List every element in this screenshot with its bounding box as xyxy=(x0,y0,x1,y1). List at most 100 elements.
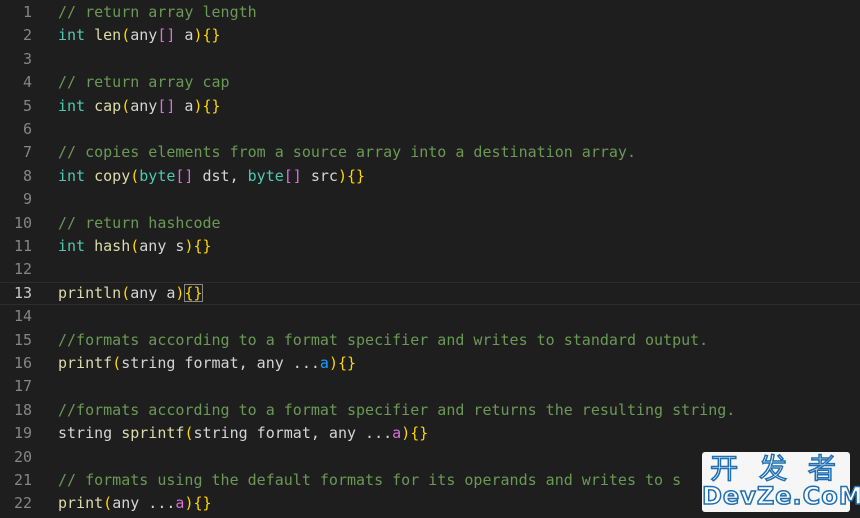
code-token: print xyxy=(58,494,104,513)
code-text[interactable]: int cap(any[] a){} xyxy=(58,95,221,118)
code-text[interactable]: // return hashcode xyxy=(58,212,221,235)
code-token: copy xyxy=(94,166,131,185)
code-text[interactable]: // formats using the default formats for… xyxy=(58,469,681,492)
code-text[interactable]: // return array length xyxy=(58,1,257,24)
code-line[interactable]: 16 printf(string format, any ...a){} xyxy=(0,352,860,375)
code-comment: // copies elements from a source array i… xyxy=(58,143,636,162)
code-token: a xyxy=(392,424,402,443)
code-token: ( xyxy=(130,166,140,185)
code-token: sprintf xyxy=(121,424,185,443)
code-token: ) xyxy=(337,166,347,185)
line-number: 1 xyxy=(22,3,32,21)
code-token: int xyxy=(58,96,86,115)
line-number: 5 xyxy=(22,96,32,115)
code-token: ( xyxy=(130,237,140,255)
code-line[interactable]: 11 int hash(any s){} xyxy=(0,235,860,258)
line-number: 3 xyxy=(22,49,32,68)
code-line[interactable]: 14 xyxy=(0,305,860,328)
line-number: 6 xyxy=(22,120,32,138)
code-token: {} xyxy=(337,354,357,372)
code-line[interactable]: 15 //formats according to a format specif… xyxy=(0,329,860,352)
code-token: println xyxy=(58,283,122,302)
line-number: 8 xyxy=(22,166,32,185)
code-token: a xyxy=(319,354,329,372)
watermark-chinese-text: 开 发 者 xyxy=(709,452,842,485)
code-token: len xyxy=(94,26,122,45)
code-line[interactable]: 9 xyxy=(0,188,860,211)
code-token: {} xyxy=(202,96,221,115)
devze-watermark-logo: 开 发 者 DevZe.CoM xyxy=(701,452,860,512)
code-line[interactable]: 2 int len(any[] a){} xyxy=(0,24,860,47)
line-number: 12 xyxy=(13,260,32,279)
code-token: any a xyxy=(130,283,176,302)
code-line[interactable]: 3 xyxy=(0,48,860,71)
code-token: {} xyxy=(347,166,366,185)
line-number: 7 xyxy=(22,143,32,162)
code-token: {} xyxy=(193,494,212,513)
code-line[interactable]: 19 string sprintf(string format, any ...a… xyxy=(0,422,860,445)
code-text[interactable]: print(any ...a){} xyxy=(58,492,212,515)
code-line[interactable]: 18 //formats according to a format specif… xyxy=(0,399,860,422)
code-token: int xyxy=(58,237,86,255)
code-text[interactable]: // copies elements from a source array i… xyxy=(58,141,636,164)
line-number: 15 xyxy=(13,330,32,349)
code-line[interactable]: 5 int cap(any[] a){} xyxy=(0,95,860,118)
code-text[interactable]: string sprintf(string format, any ...a){… xyxy=(58,422,428,445)
line-number: 21 xyxy=(13,471,32,489)
code-token: {} xyxy=(410,424,429,443)
code-text[interactable]: int copy(byte[] dst, byte[] src){} xyxy=(58,165,365,188)
code-text[interactable]: int len(any[] a){} xyxy=(58,24,221,47)
code-text[interactable]: println(any a){} xyxy=(58,282,203,305)
code-token: [] xyxy=(157,26,176,45)
code-text[interactable]: printf(string format, any ...a){} xyxy=(58,352,356,375)
code-comment: //formats according to a format specifie… xyxy=(58,330,709,349)
code-token: src xyxy=(301,166,338,185)
line-number: 22 xyxy=(13,494,32,513)
code-token: cap xyxy=(94,96,122,115)
code-token: byte xyxy=(247,166,284,185)
line-number: 10 xyxy=(13,213,32,232)
code-token: {} xyxy=(193,237,212,255)
code-token: ) xyxy=(193,96,203,115)
code-text[interactable]: //formats according to a format specifie… xyxy=(58,399,735,422)
code-token: any ... xyxy=(112,494,176,513)
line-number: 11 xyxy=(13,237,32,255)
line-number: 17 xyxy=(13,377,32,396)
code-token: ( xyxy=(112,354,122,372)
line-number: 9 xyxy=(22,190,32,209)
code-token: int xyxy=(58,26,86,45)
code-line[interactable]: 13 println(any a){} xyxy=(0,282,860,305)
code-line[interactable]: 17 xyxy=(0,375,860,398)
line-number: 16 xyxy=(13,354,32,372)
code-token: any s xyxy=(139,237,185,255)
code-text[interactable]: int hash(any s){} xyxy=(58,235,212,258)
code-token: ) xyxy=(328,354,338,372)
code-token: byte xyxy=(139,166,176,185)
code-line[interactable]: 7 // copies elements from a source array … xyxy=(0,141,860,164)
code-comment: // return array length xyxy=(58,3,257,21)
code-token: string xyxy=(58,424,122,443)
code-line[interactable]: 1 // return array length xyxy=(0,1,860,24)
code-token: {} xyxy=(184,283,203,302)
line-number: 14 xyxy=(13,307,32,326)
code-token: [] xyxy=(157,96,176,115)
code-token: printf xyxy=(58,354,113,372)
code-editor[interactable]: 1 // return array length 2 int len(any[] a)… xyxy=(0,0,860,518)
code-token: a xyxy=(175,26,194,45)
code-text[interactable]: // return array cap xyxy=(58,71,230,94)
code-token: string format, any ... xyxy=(193,424,393,443)
code-line[interactable]: 10 // return hashcode xyxy=(0,212,860,235)
line-number: 13 xyxy=(13,283,32,302)
code-line[interactable]: 12 xyxy=(0,258,860,281)
code-text[interactable]: //formats according to a format specifie… xyxy=(58,329,708,352)
code-token: [] xyxy=(175,166,194,185)
code-line[interactable]: 4 // return array cap xyxy=(0,71,860,94)
code-line[interactable]: 6 xyxy=(0,118,860,141)
code-line[interactable]: 8 int copy(byte[] dst, byte[] src){} xyxy=(0,165,860,188)
code-token: hash xyxy=(94,237,131,255)
code-token: ( xyxy=(121,96,131,115)
